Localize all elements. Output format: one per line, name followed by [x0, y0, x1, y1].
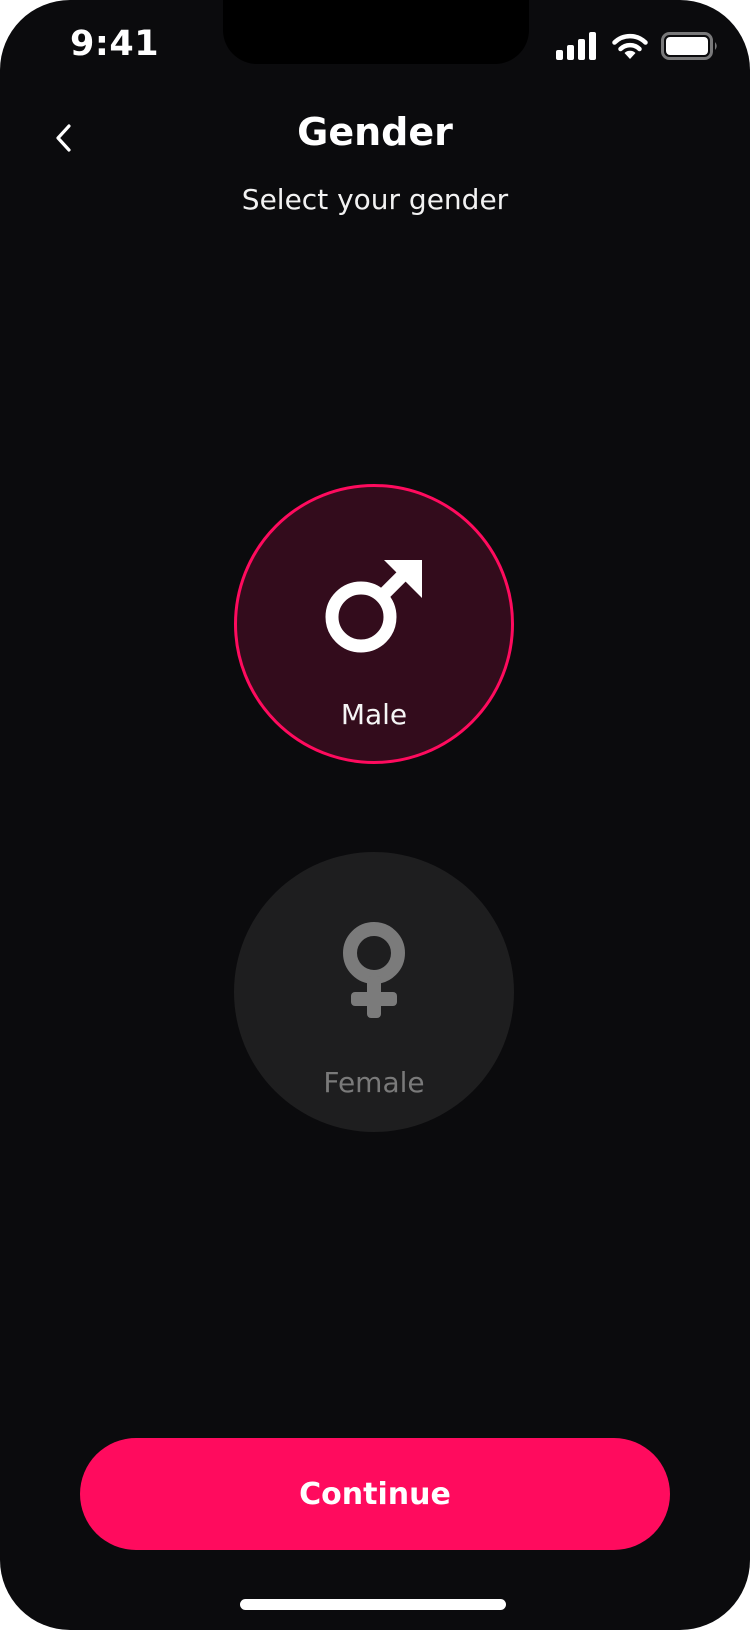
status-time: 9:41: [70, 24, 160, 64]
female-symbol-icon: [343, 922, 405, 1018]
phone-screen: 9:41 Gender Select your gender Male Fema…: [0, 0, 750, 1630]
page-subtitle: Select your gender: [241, 183, 509, 216]
home-indicator[interactable]: [240, 1599, 506, 1610]
gender-option-label: Male: [340, 698, 408, 731]
continue-button[interactable]: Continue: [80, 1438, 670, 1550]
notch: [223, 0, 529, 64]
gender-option-female[interactable]: Female: [234, 852, 514, 1132]
page-title: Gender: [297, 110, 453, 154]
gender-option-label: Female: [323, 1066, 425, 1099]
male-symbol-icon: [325, 560, 422, 653]
cellular-signal-icon: [556, 32, 596, 60]
battery-icon: [661, 32, 717, 60]
wifi-icon: [612, 33, 648, 59]
status-icons: [556, 32, 720, 66]
gender-option-male[interactable]: Male: [234, 484, 514, 764]
